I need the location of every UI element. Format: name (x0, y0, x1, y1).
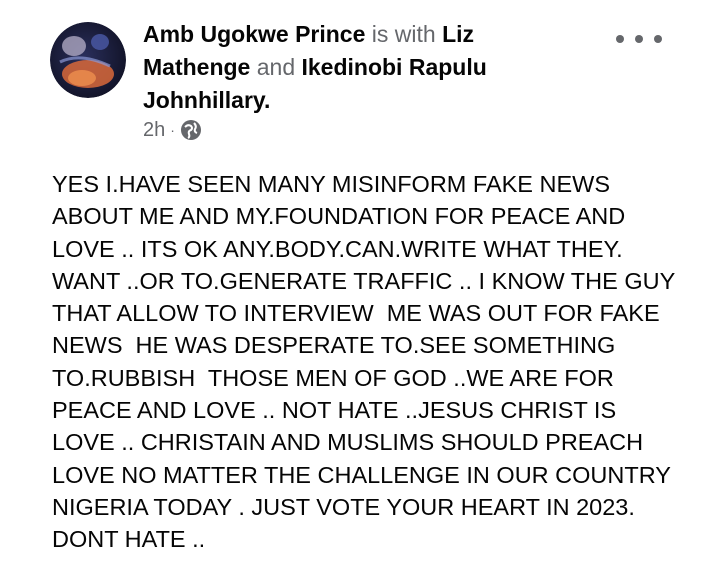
post-text-line: LOVE NO MATTER THE CHALLENGE IN OUR COUN… (52, 461, 671, 488)
post-timestamp[interactable]: 2h (143, 119, 165, 142)
post-text-line: DONT HATE .. (52, 526, 206, 553)
post-text-line: LOVE .. CHRISTAIN AND MUSLIMS SHOULD PRE… (52, 429, 644, 456)
post-text-line: ABOUT ME AND MY.FOUNDATION FOR PEACE AND (52, 203, 626, 230)
post-text-line: TO.RUBBISH THOSE MEN OF GOD ..WE ARE FOR (52, 364, 614, 391)
profile-avatar[interactable] (50, 22, 126, 98)
post-text-line: NEWS HE WAS DESPERATE TO.SEE SOMETHING (52, 332, 616, 359)
more-dot (635, 35, 643, 43)
post-meta: 2h · (143, 117, 202, 143)
post-text-line: YES I.HAVE SEEN MANY MISINFORM FAKE NEWS (52, 171, 611, 197)
more-dot (616, 35, 624, 43)
post-header: Amb Ugokwe Prince is with Liz Mathenge a… (143, 21, 487, 113)
post-text-line: WANT ..OR TO.GENERATE TRAFFIC .. I KNOW … (52, 267, 676, 294)
more-dot (654, 35, 662, 43)
with-text: is with (371, 21, 436, 47)
and-text: and (256, 54, 296, 80)
post-text-line: NIGERIA TODAY . JUST VOTE YOUR HEART IN … (52, 493, 635, 520)
globe-icon[interactable] (180, 119, 202, 141)
author-name[interactable]: Amb Ugokwe Prince (143, 21, 365, 47)
more-options-icon[interactable] (616, 28, 662, 50)
facebook-post: Amb Ugokwe Prince is with Liz Mathenge a… (0, 0, 720, 585)
post-text-line: PEACE AND LOVE .. NOT HATE ..JESUS CHRIS… (52, 397, 617, 424)
post-text-line: THAT ALLOW TO INTERVIEW ME WAS OUT FOR F… (52, 300, 660, 327)
post-body: YES I.HAVE SEEN MANY MISINFORM FAKE NEWS… (52, 168, 692, 556)
meta-separator: · (170, 122, 175, 138)
post-text-line: LOVE .. ITS OK ANY.BODY.CAN.WRITE WHAT T… (52, 235, 623, 262)
